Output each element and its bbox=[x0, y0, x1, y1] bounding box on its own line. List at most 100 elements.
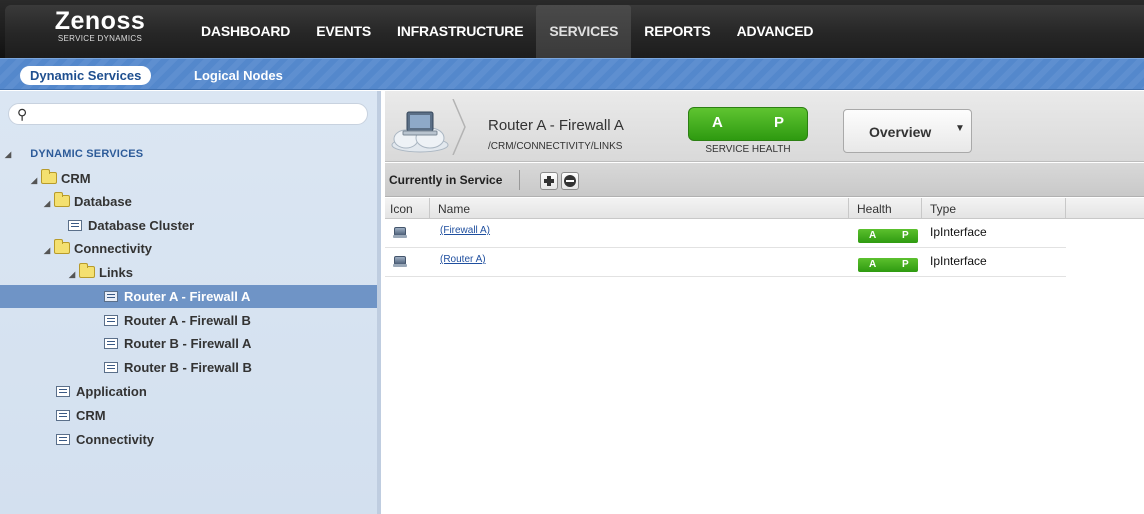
tree-node-database-folder[interactable]: ◢ Database bbox=[0, 190, 377, 213]
plus-icon bbox=[544, 176, 554, 186]
collapse-triangle-icon[interactable]: ◢ bbox=[44, 192, 54, 215]
tree-node-crm[interactable]: CRM bbox=[0, 404, 377, 427]
nav-services[interactable]: SERVICES bbox=[536, 5, 632, 58]
service-icon bbox=[68, 220, 82, 231]
breadcrumb-chevron bbox=[452, 99, 466, 155]
minus-circle-icon bbox=[564, 175, 576, 187]
folder-icon bbox=[41, 169, 57, 184]
add-member-button[interactable] bbox=[540, 172, 558, 190]
tree-node-label: Connectivity bbox=[74, 241, 153, 256]
subtab-dynamic-services[interactable]: Dynamic Services bbox=[20, 66, 152, 85]
collapse-triangle-icon[interactable]: ◢ bbox=[69, 263, 79, 286]
toolbar-divider bbox=[519, 170, 520, 190]
service-icon bbox=[56, 434, 70, 445]
service-icon bbox=[104, 338, 118, 349]
service-header: Router A - Firewall A /CRM/CONNECTIVITY/… bbox=[385, 91, 1144, 162]
health-availability: A bbox=[869, 259, 877, 270]
chevron-down-icon: ▼ bbox=[955, 123, 965, 134]
tree-node-links-folder[interactable]: ◢ Links bbox=[0, 261, 377, 284]
member-health-badge: A P bbox=[858, 229, 918, 243]
overview-label: Overview bbox=[869, 124, 932, 140]
service-icon bbox=[56, 386, 70, 397]
table-row[interactable]: (Router A) A P IpInterface bbox=[385, 249, 1066, 277]
service-icon bbox=[104, 315, 118, 326]
nav-events[interactable]: EVENTS bbox=[303, 5, 384, 58]
nav-dashboard[interactable]: DASHBOARD bbox=[188, 5, 303, 58]
network-interface-icon bbox=[393, 227, 407, 238]
tree-heading[interactable]: ◢ DYNAMIC SERVICES bbox=[0, 143, 377, 166]
service-tree-panel: ⚲ ◢ DYNAMIC SERVICES ◢ CRM ◢ Database Data… bbox=[0, 91, 381, 514]
collapse-triangle-icon[interactable]: ◢ bbox=[44, 239, 54, 262]
tree-search-input[interactable]: ⚲ bbox=[8, 103, 368, 125]
service-icon bbox=[104, 291, 118, 302]
folder-icon bbox=[79, 263, 95, 278]
service-path: /CRM/CONNECTIVITY/LINKS bbox=[488, 141, 623, 152]
column-divider bbox=[429, 198, 430, 219]
cloud-service-icon bbox=[391, 111, 449, 153]
service-health-badge[interactable]: A P bbox=[688, 107, 808, 141]
tree-node-label: Router A - Firewall B bbox=[124, 313, 251, 328]
column-header-type[interactable]: Type bbox=[930, 202, 956, 216]
nav-infrastructure[interactable]: INFRASTRUCTURE bbox=[384, 5, 536, 58]
tree-node-connectivity-folder[interactable]: ◢ Connectivity bbox=[0, 237, 377, 260]
folder-icon bbox=[54, 192, 70, 207]
column-header-name[interactable]: Name bbox=[438, 202, 470, 216]
folder-icon bbox=[54, 239, 70, 254]
tree-node-connectivity[interactable]: Connectivity bbox=[0, 428, 377, 451]
column-divider bbox=[848, 198, 849, 219]
toolbar-title: Currently in Service bbox=[389, 173, 503, 187]
tree-node-router-b-firewall-b[interactable]: Router B - Firewall B bbox=[0, 356, 377, 379]
tree-node-label: Links bbox=[99, 265, 133, 280]
tree-node-label: Connectivity bbox=[76, 432, 155, 447]
health-performance: P bbox=[902, 259, 909, 270]
tree-node-label: CRM bbox=[61, 171, 91, 186]
zenoss-logo[interactable]: Zenoss Service Dynamics bbox=[40, 7, 160, 44]
nav-advanced[interactable]: ADVANCED bbox=[724, 5, 827, 58]
column-divider bbox=[921, 198, 922, 219]
tree-node-label: CRM bbox=[76, 408, 106, 423]
top-navigation-bar: Zenoss Service Dynamics DASHBOARD EVENTS… bbox=[0, 0, 1144, 58]
tree-node-database-cluster[interactable]: Database Cluster bbox=[0, 214, 377, 237]
collapse-triangle-icon[interactable]: ◢ bbox=[5, 143, 15, 166]
member-type: IpInterface bbox=[930, 225, 987, 239]
column-header-icon[interactable]: Icon bbox=[390, 202, 413, 216]
tree-heading-label: DYNAMIC SERVICES bbox=[30, 148, 144, 160]
members-grid-header: Icon Name Health Type bbox=[385, 198, 1144, 219]
service-icon bbox=[56, 410, 70, 421]
collapse-triangle-icon[interactable]: ◢ bbox=[31, 169, 41, 192]
health-performance: P bbox=[902, 230, 909, 241]
tree-node-router-b-firewall-a[interactable]: Router B - Firewall A bbox=[0, 332, 377, 355]
logo-tagline: Service Dynamics bbox=[57, 34, 143, 43]
member-name-link[interactable]: (Firewall A) bbox=[440, 225, 490, 236]
logo-wordmark: Zenoss bbox=[54, 7, 146, 35]
search-icon: ⚲ bbox=[17, 106, 28, 122]
sub-navigation-bar: Dynamic Services Logical Nodes bbox=[0, 58, 1144, 90]
members-toolbar: Currently in Service bbox=[385, 163, 1144, 197]
tree-node-label: Database bbox=[74, 194, 132, 209]
remove-member-button[interactable] bbox=[561, 172, 579, 190]
tree-node-label: Router B - Firewall B bbox=[124, 360, 252, 375]
tree-node-label: Application bbox=[76, 384, 147, 399]
service-title: Router A - Firewall A bbox=[488, 117, 624, 134]
network-interface-icon bbox=[393, 256, 407, 267]
column-divider bbox=[1065, 198, 1066, 219]
service-health-label: SERVICE HEALTH bbox=[705, 144, 791, 155]
member-health-badge: A P bbox=[858, 258, 918, 272]
tree-node-label: Router A - Firewall A bbox=[124, 289, 251, 304]
subtab-logical-nodes[interactable]: Logical Nodes bbox=[194, 66, 283, 85]
tree-node-label: Router B - Firewall A bbox=[124, 336, 252, 351]
member-type: IpInterface bbox=[930, 254, 987, 268]
health-availability: A bbox=[869, 230, 877, 241]
main-nav: DASHBOARD EVENTS INFRASTRUCTURE SERVICES… bbox=[188, 5, 826, 58]
member-name-link[interactable]: (Router A) bbox=[440, 254, 486, 265]
table-row[interactable]: (Firewall A) A P IpInterface bbox=[385, 220, 1066, 248]
tree-node-crm-folder[interactable]: ◢ CRM bbox=[0, 167, 377, 190]
health-performance: P bbox=[774, 114, 785, 131]
tree-node-router-a-firewall-b[interactable]: Router A - Firewall B bbox=[0, 309, 377, 332]
overview-dropdown[interactable]: Overview ▼ bbox=[843, 109, 972, 153]
column-header-health[interactable]: Health bbox=[857, 202, 892, 216]
tree-node-application[interactable]: Application bbox=[0, 380, 377, 403]
tree-node-router-a-firewall-a[interactable]: Router A - Firewall A bbox=[0, 285, 377, 308]
tree-node-label: Database Cluster bbox=[88, 218, 195, 233]
nav-reports[interactable]: REPORTS bbox=[631, 5, 723, 58]
